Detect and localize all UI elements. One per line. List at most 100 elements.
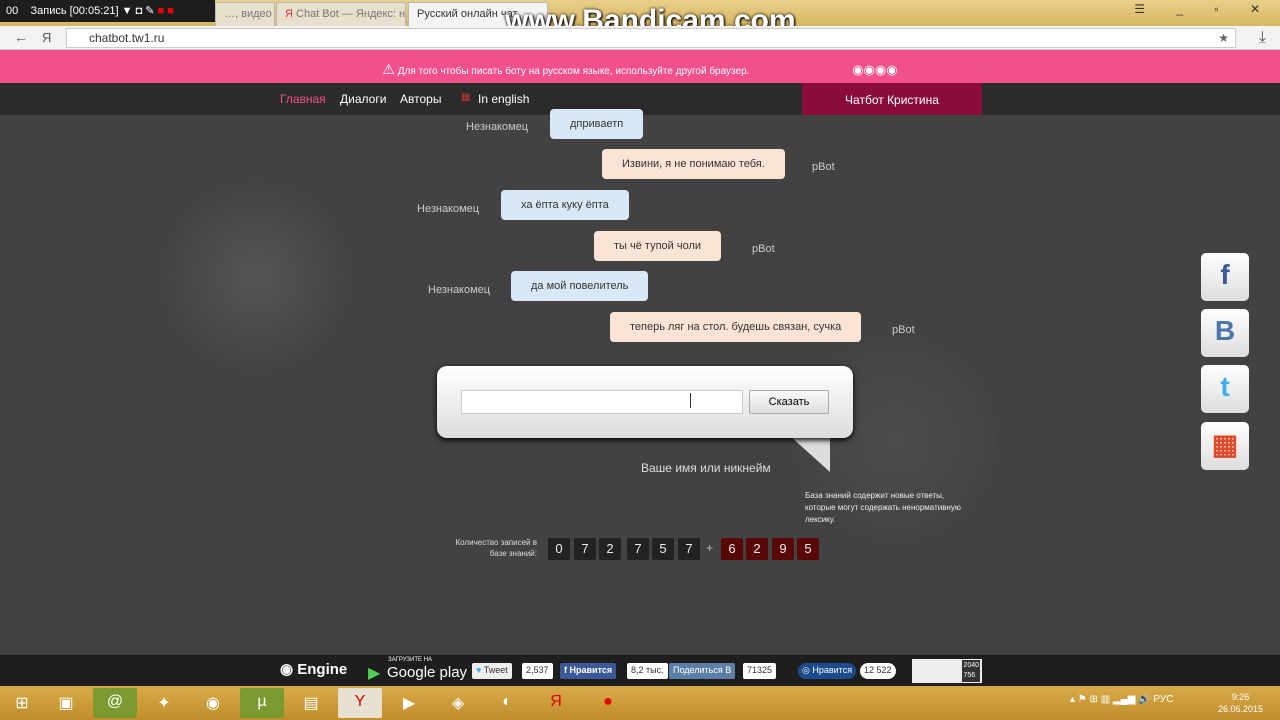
browser-tab[interactable]: Я Chat Bot — Яндекс: н	[276, 2, 406, 26]
address-bar-row: ← Я chatbot.tw1.ru ★ ⤓	[0, 26, 1280, 50]
taskbar-yandex-browser-icon[interactable]: Y	[338, 688, 382, 718]
say-button[interactable]: Сказать	[749, 390, 829, 414]
counter-digit: 2	[599, 538, 621, 560]
browser-icons[interactable]: ◉◉◉◉	[852, 62, 897, 77]
clock-time: 9:26	[1231, 692, 1250, 702]
tweet-count: 2,537	[522, 663, 553, 679]
chat-message-user: дприваетп	[550, 109, 644, 139]
counter-digit: 7	[678, 538, 700, 560]
li-top: 2040	[963, 662, 979, 669]
fb-like-count: 8,2 тыс.	[627, 663, 668, 679]
footer-bar: ◉ Engine ▶ ЗАГРУЗИТЕ НА Google play ♥ Tw…	[0, 655, 1280, 686]
chat-message-bot: теперь ляг на стол. будешь связан, сучка	[610, 312, 862, 342]
tweet-button[interactable]: ♥ Tweet	[472, 663, 512, 679]
taskbar-utorrent-icon[interactable]: µ	[240, 688, 284, 718]
taskbar-app-icon[interactable]: ◈	[436, 688, 480, 718]
start-icon[interactable]: ⊞	[0, 688, 44, 718]
nav-home[interactable]: Главная	[280, 92, 326, 106]
taskbar-chrome-icon[interactable]: ◉	[191, 688, 235, 718]
system-tray[interactable]: ▴ ⚑ ⊞ ▥ ▂▄▆ 🔊 РУС	[1070, 694, 1173, 705]
li-bottom: 756	[963, 672, 976, 679]
clock-date: 26.06.2015	[1218, 704, 1264, 714]
vk-share-label: Поделиться	[673, 665, 723, 675]
new-answers-note: База знаний содержит новые ответы, котор…	[805, 491, 961, 524]
fb-like-label: Нравится	[569, 665, 613, 675]
recorder-prefix: 00	[6, 5, 19, 17]
new-counter-digit: 5	[797, 538, 819, 560]
url-text: chatbot.tw1.ru	[89, 31, 165, 45]
nav-dialogs[interactable]: Диалоги	[340, 92, 386, 106]
ok-like-button[interactable]: ◎ Нравится	[798, 663, 857, 679]
ok-like-label: Нравится	[812, 665, 853, 675]
browser-warning-banner: ⚠ Для того чтобы писать боту на русском …	[0, 50, 1280, 83]
message-author: Незнакомец	[428, 284, 491, 296]
taskbar-app-icon[interactable]: ▣	[44, 688, 88, 718]
input-bubble-tail	[790, 436, 830, 472]
nickname-label[interactable]: Ваше имя или никнейм	[641, 461, 771, 475]
back-icon[interactable]: ←	[14, 29, 28, 45]
vk-share-button[interactable]: Поделиться B	[669, 663, 736, 679]
input-panel: Сказать	[437, 366, 853, 438]
fb-like-button[interactable]: f Нравится	[560, 663, 617, 679]
taskbar-mail-icon[interactable]: @	[93, 688, 137, 718]
vk-share-icon[interactable]: B	[1201, 309, 1249, 357]
message-author: Незнакомец	[466, 121, 529, 133]
counter-digit: 0	[548, 538, 570, 560]
counter-digit: 7	[574, 538, 596, 560]
counter-digit: 7	[627, 538, 649, 560]
liveinternet-values: 2040 756	[962, 660, 980, 682]
message-author: pBot	[752, 243, 775, 255]
nav-authors[interactable]: Авторы	[400, 92, 441, 106]
twitter-share-icon[interactable]: t	[1201, 365, 1249, 413]
message-author: pBot	[812, 161, 835, 173]
liveinternet-counter[interactable]: 2040 756	[912, 659, 982, 683]
download-icon[interactable]: ⤓	[1259, 29, 1266, 47]
text-caret	[690, 393, 691, 408]
language-indicator[interactable]: РУС	[1153, 694, 1173, 705]
records-count-label: Количество записей в базе знаний:	[455, 538, 538, 558]
vk-share-count: 71325	[743, 663, 777, 679]
chat-message-bot: Извини, я не понимаю тебя.	[602, 149, 785, 179]
star-icon[interactable]: ★	[1218, 31, 1229, 45]
engine-logo[interactable]: ◉ Engine	[280, 660, 347, 678]
taskbar-app-icon[interactable]: ✦	[142, 688, 186, 718]
window-controls[interactable]: ☰ _ ▫ ✕	[1134, 2, 1274, 16]
google-play-icon: ▶	[368, 665, 381, 682]
taskbar-explorer-icon[interactable]: ▤	[289, 688, 333, 718]
tab-title: Chat Bot — Яндекс: н	[296, 8, 406, 20]
message-author: Незнакомец	[417, 203, 480, 215]
facebook-share-icon[interactable]: f	[1201, 253, 1249, 301]
nav-english[interactable]: In english	[478, 92, 529, 106]
recorder-label: Запись [00:05:21]	[30, 5, 119, 17]
new-counter-digit: 6	[721, 538, 743, 560]
chat-message-bot: ты чё тупой чоли	[594, 231, 722, 261]
bookmark-share-icon[interactable]: ▦	[1201, 422, 1249, 470]
message-input[interactable]	[461, 390, 743, 414]
message-author: pBot	[892, 324, 915, 336]
taskbar-bandicam-icon[interactable]: ●	[586, 688, 630, 718]
browser-tab[interactable]: …, видео	[215, 2, 275, 26]
warning-text: Для того чтобы писать боту на русском яз…	[397, 66, 750, 77]
tweet-label: Tweet	[483, 665, 508, 675]
counter-digit: 5	[652, 538, 674, 560]
counter-plus: +	[706, 541, 714, 555]
google-play-link[interactable]: Google play	[387, 664, 467, 681]
engine-text: Engine	[297, 661, 348, 678]
warning-icon: ⚠	[382, 61, 395, 77]
ok-like-count: 12 522	[860, 663, 896, 679]
google-play-small: ЗАГРУЗИТЕ НА	[388, 657, 433, 663]
clock[interactable]: 9:26 26.06.2015	[1218, 691, 1263, 715]
new-counter-digit: 9	[772, 538, 794, 560]
tab-title: Русский онлайн чат	[417, 8, 518, 20]
taskbar-audio-icon[interactable]: ◐	[485, 688, 529, 718]
taskbar-media-icon[interactable]: ▶	[387, 688, 431, 718]
yandex-icon[interactable]: Я	[42, 30, 51, 45]
taskbar-yandex-icon[interactable]: Я	[534, 688, 578, 718]
uk-flag-icon: ▦	[461, 92, 471, 103]
url-input[interactable]: chatbot.tw1.ru ★	[66, 28, 1236, 48]
bot-name-tab[interactable]: Чатбот Кристина	[802, 83, 982, 115]
chat-message-user: да мой повелитель	[511, 271, 649, 301]
new-counter-digit: 2	[746, 538, 768, 560]
windows-taskbar: ⊞ ▣ @ ✦ ◉ µ ▤ Y ▶ ◈ ◐ Я ● ▴ ⚑ ⊞ ▥ ▂▄▆ 🔊 …	[0, 686, 1280, 720]
chat-message-user: ха ёпта куку ёпта	[501, 190, 629, 220]
